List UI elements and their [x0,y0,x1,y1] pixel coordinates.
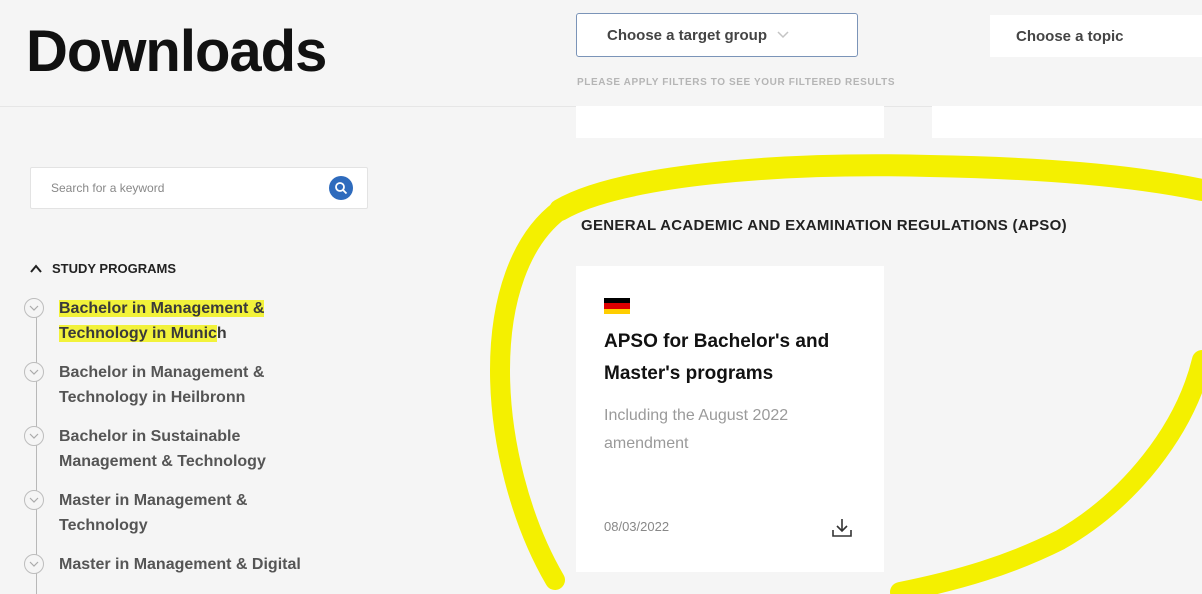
search-icon[interactable] [329,176,353,200]
download-icon[interactable] [830,516,854,540]
chevron-down-icon [24,362,44,382]
chevron-down-icon [24,554,44,574]
program-label: Bachelor in Sustainable Management & Tec… [59,428,266,470]
program-item-bachelor-heilbronn[interactable]: Bachelor in Management & Technology in H… [24,362,364,410]
card-stub-right [932,106,1202,138]
topic-dropdown[interactable]: Choose a topic [990,15,1202,57]
target-group-label: Choose a target group [607,26,768,44]
chevron-down-icon [777,28,789,42]
program-list: Bachelor in Management & Technology in M… [24,298,364,594]
topic-label: Choose a topic [1016,27,1124,45]
search-input[interactable] [49,180,313,196]
document-description: Including the August 2022 amendment [604,407,789,452]
program-label-highlighted: Bachelor in Management & Technology in M… [59,300,265,342]
page-title: Downloads [26,19,327,84]
program-label: Master in Management & Technology [59,492,248,534]
target-group-dropdown[interactable]: Choose a target group [576,13,858,57]
program-label-rest: h [216,325,227,342]
program-item-master-digital[interactable]: Master in Management & Digital [24,554,364,577]
chevron-up-icon [30,263,42,275]
card-stub-left [576,106,884,138]
search-box [30,167,368,209]
study-programs-toggle[interactable]: STUDY PROGRAMS [30,261,176,276]
program-label: Bachelor in Management & Technology in M… [59,296,319,346]
page: Downloads Choose a target group Choose a… [0,0,1202,594]
program-label: Master in Management & Digital [59,556,301,573]
program-label: Bachelor in Management & Technology in H… [59,364,265,406]
document-card[interactable]: APSO for Bachelor's and Master's program… [576,266,884,572]
document-date: 08/03/2022 [604,519,670,534]
program-item-master-management[interactable]: Master in Management & Technology [24,490,364,538]
chevron-down-icon [24,490,44,510]
chevron-down-icon [24,426,44,446]
document-title: APSO for Bachelor's and Master's program… [604,331,830,384]
chevron-down-icon [24,298,44,318]
german-flag-icon [604,298,630,314]
study-programs-label: STUDY PROGRAMS [52,261,176,276]
section-heading: GENERAL ACADEMIC AND EXAMINATION REGULAT… [581,217,1067,234]
program-item-bachelor-sustainable[interactable]: Bachelor in Sustainable Management & Tec… [24,426,364,474]
filter-hint: PLEASE APPLY FILTERS TO SEE YOUR FILTERE… [577,77,896,88]
program-item-bachelor-munich[interactable]: Bachelor in Management & Technology in M… [24,298,364,346]
